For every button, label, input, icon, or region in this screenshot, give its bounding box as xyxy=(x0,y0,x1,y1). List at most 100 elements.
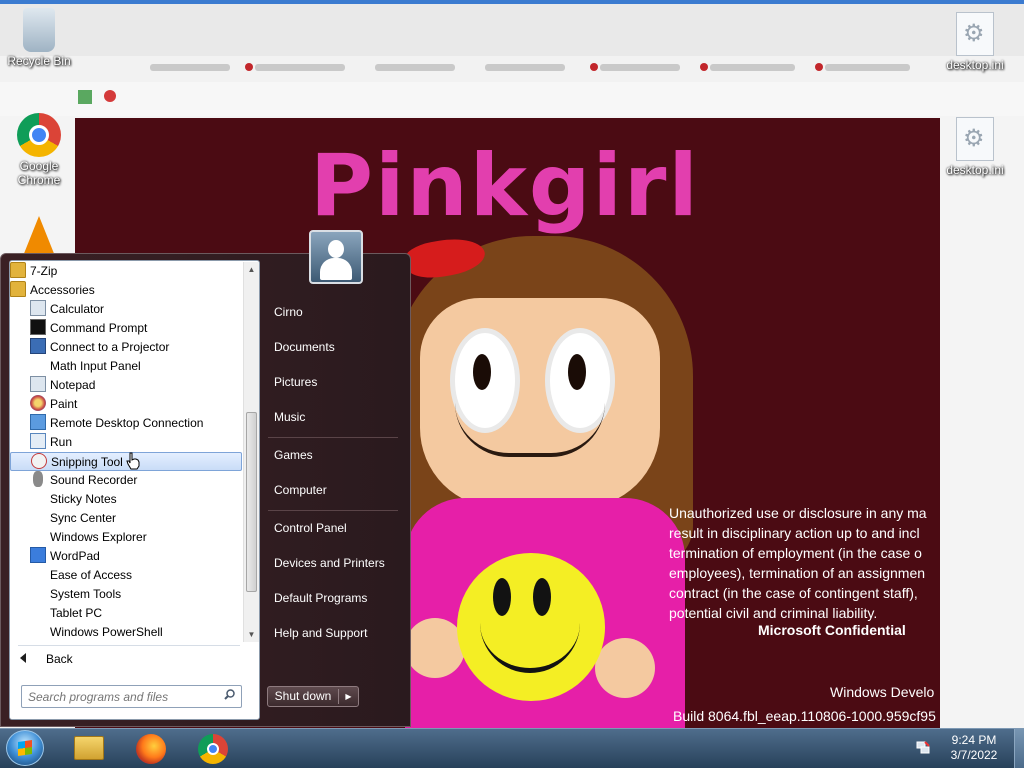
list-item-label: Remote Desktop Connection xyxy=(50,416,204,430)
shutdown-button-group: Shut down ▶ xyxy=(267,686,359,707)
start-link-music[interactable]: Music xyxy=(266,403,401,431)
list-item-label: Notepad xyxy=(50,378,96,392)
list-item-remote-desktop[interactable]: Remote Desktop Connection xyxy=(30,414,203,433)
vlc-shortcut[interactable] xyxy=(23,216,55,258)
projector-icon xyxy=(30,338,46,354)
scroll-down-arrow-icon[interactable]: ▼ xyxy=(244,627,259,642)
list-item-label: WordPad xyxy=(50,549,100,563)
list-item-paint[interactable]: Paint xyxy=(30,395,77,414)
list-item-label: Calculator xyxy=(50,302,105,316)
notepad-icon xyxy=(30,376,46,392)
google-chrome-shortcut[interactable]: Google Chrome xyxy=(2,113,76,187)
list-item-tablet-pc[interactable]: Tablet PC xyxy=(30,604,102,623)
programs-scrollbar[interactable]: ▲ ▼ xyxy=(243,262,259,642)
list-item-wordpad[interactable]: WordPad xyxy=(30,547,100,566)
start-search-box[interactable] xyxy=(21,685,242,708)
build-number-text: Build 8064.fbl_eeap.110806-1000.959cf95 xyxy=(673,708,936,724)
recycle-bin-icon xyxy=(23,8,55,52)
cartoon-right-pupil xyxy=(568,354,586,390)
confidential-line: result in disciplinary action up to and … xyxy=(669,525,920,541)
wallpaper-bookmark xyxy=(375,64,455,71)
confidential-line: Unauthorized use or disclosure in any ma xyxy=(669,505,927,521)
paint-icon xyxy=(30,395,46,411)
list-item-calculator[interactable]: Calculator xyxy=(30,300,104,319)
back-label: Back xyxy=(46,652,73,666)
vlc-cone-icon xyxy=(23,216,55,256)
windows-explorer-icon xyxy=(30,528,46,544)
back-arrow-icon xyxy=(20,653,26,663)
list-item-connect-projector[interactable]: Connect to a Projector xyxy=(30,338,169,357)
start-link-default-programs[interactable]: Default Programs xyxy=(266,584,401,612)
start-button[interactable] xyxy=(6,730,44,766)
windows-logo-icon xyxy=(18,740,32,756)
scrollbar-thumb[interactable] xyxy=(246,412,257,592)
scroll-up-arrow-icon[interactable]: ▲ xyxy=(244,262,259,277)
user-account-picture[interactable] xyxy=(309,230,363,284)
hand-cursor-icon xyxy=(126,452,140,470)
start-link-devices-printers[interactable]: Devices and Printers xyxy=(266,549,401,577)
taskbar-explorer-button[interactable] xyxy=(62,731,116,765)
show-desktop-button[interactable] xyxy=(1014,729,1024,768)
wordpad-icon xyxy=(30,547,46,563)
list-item-label: Ease of Access xyxy=(50,568,133,582)
list-item-run[interactable]: Run xyxy=(30,433,72,452)
list-item-label: Sticky Notes xyxy=(50,492,117,506)
start-link-control-panel[interactable]: Control Panel xyxy=(266,514,401,542)
start-link-user[interactable]: Cirno xyxy=(266,298,401,326)
run-icon xyxy=(30,433,46,449)
list-item-sound-recorder[interactable]: Sound Recorder xyxy=(30,471,137,490)
list-item-label: 7-Zip xyxy=(30,264,58,278)
snipping-tool-icon xyxy=(31,453,47,469)
start-link-games[interactable]: Games xyxy=(266,441,401,469)
search-input[interactable] xyxy=(28,688,216,705)
search-icon[interactable] xyxy=(224,689,235,700)
clock-time: 9:24 PM xyxy=(951,733,997,747)
network-tray-icon[interactable] xyxy=(916,740,930,754)
confidential-line: contract (in the case of contingent staf… xyxy=(669,585,918,601)
windows-version-text: Windows Develo xyxy=(830,684,935,700)
recycle-bin-label: Recycle Bin xyxy=(7,54,71,68)
programs-divider xyxy=(18,645,240,646)
recycle-bin-shortcut[interactable]: Recycle Bin xyxy=(2,8,76,68)
cartoon-left-pupil xyxy=(473,354,491,390)
shutdown-options-arrow-icon[interactable]: ▶ xyxy=(339,687,358,706)
list-item-7-zip[interactable]: 7-Zip xyxy=(10,262,57,281)
taskbar-chrome-button[interactable] xyxy=(186,731,240,765)
list-item-windows-explorer[interactable]: Windows Explorer xyxy=(30,528,147,547)
list-item-sync-center[interactable]: Sync Center xyxy=(30,509,116,528)
taskbar-clock[interactable]: 9:24 PM 3/7/2022 xyxy=(936,733,1012,763)
wallpaper-bookmark xyxy=(150,64,230,71)
list-item-notepad[interactable]: Notepad xyxy=(30,376,95,395)
google-chrome-label: Google Chrome xyxy=(17,159,61,187)
wallpaper-bookmark xyxy=(590,63,680,71)
list-item-command-prompt[interactable]: Command Prompt xyxy=(30,319,147,338)
list-item-system-tools[interactable]: System Tools xyxy=(30,585,121,604)
folder-icon xyxy=(74,736,104,760)
wallpaper-bookmark xyxy=(700,63,795,71)
wallpaper-bookmark xyxy=(245,63,345,71)
clock-date: 3/7/2022 xyxy=(950,748,998,762)
list-item-ease-of-access[interactable]: Ease of Access xyxy=(30,566,132,585)
list-item-math-input-panel[interactable]: Math Input Panel xyxy=(30,357,141,376)
start-link-pictures[interactable]: Pictures xyxy=(266,368,401,396)
list-item-windows-powershell[interactable]: Windows PowerShell xyxy=(30,623,163,642)
remote-desktop-icon xyxy=(30,414,46,430)
list-item-label: Math Input Panel xyxy=(50,359,141,373)
cartoon-left-hand xyxy=(405,618,465,678)
list-item-label: System Tools xyxy=(50,587,122,601)
desktop-ini-shortcut[interactable]: desktop.ini xyxy=(938,117,1012,177)
taskbar-firefox-button[interactable] xyxy=(124,731,178,765)
start-link-computer[interactable]: Computer xyxy=(266,476,401,504)
command-prompt-icon xyxy=(30,319,46,335)
desktop-ini-shortcut[interactable]: desktop.ini xyxy=(938,12,1012,72)
shutdown-button[interactable]: Shut down xyxy=(268,687,338,706)
user-avatar-body xyxy=(320,258,352,280)
back-button[interactable]: Back xyxy=(12,648,237,670)
list-item-label: Command Prompt xyxy=(50,321,148,335)
list-item-sticky-notes[interactable]: Sticky Notes xyxy=(30,490,117,509)
start-link-help-support[interactable]: Help and Support xyxy=(266,619,401,647)
list-item-accessories[interactable]: Accessories xyxy=(10,281,95,300)
confidential-text: Unauthorized use or disclosure in any ma… xyxy=(669,503,939,623)
start-link-documents[interactable]: Documents xyxy=(266,333,401,361)
sticky-notes-icon xyxy=(30,490,46,506)
